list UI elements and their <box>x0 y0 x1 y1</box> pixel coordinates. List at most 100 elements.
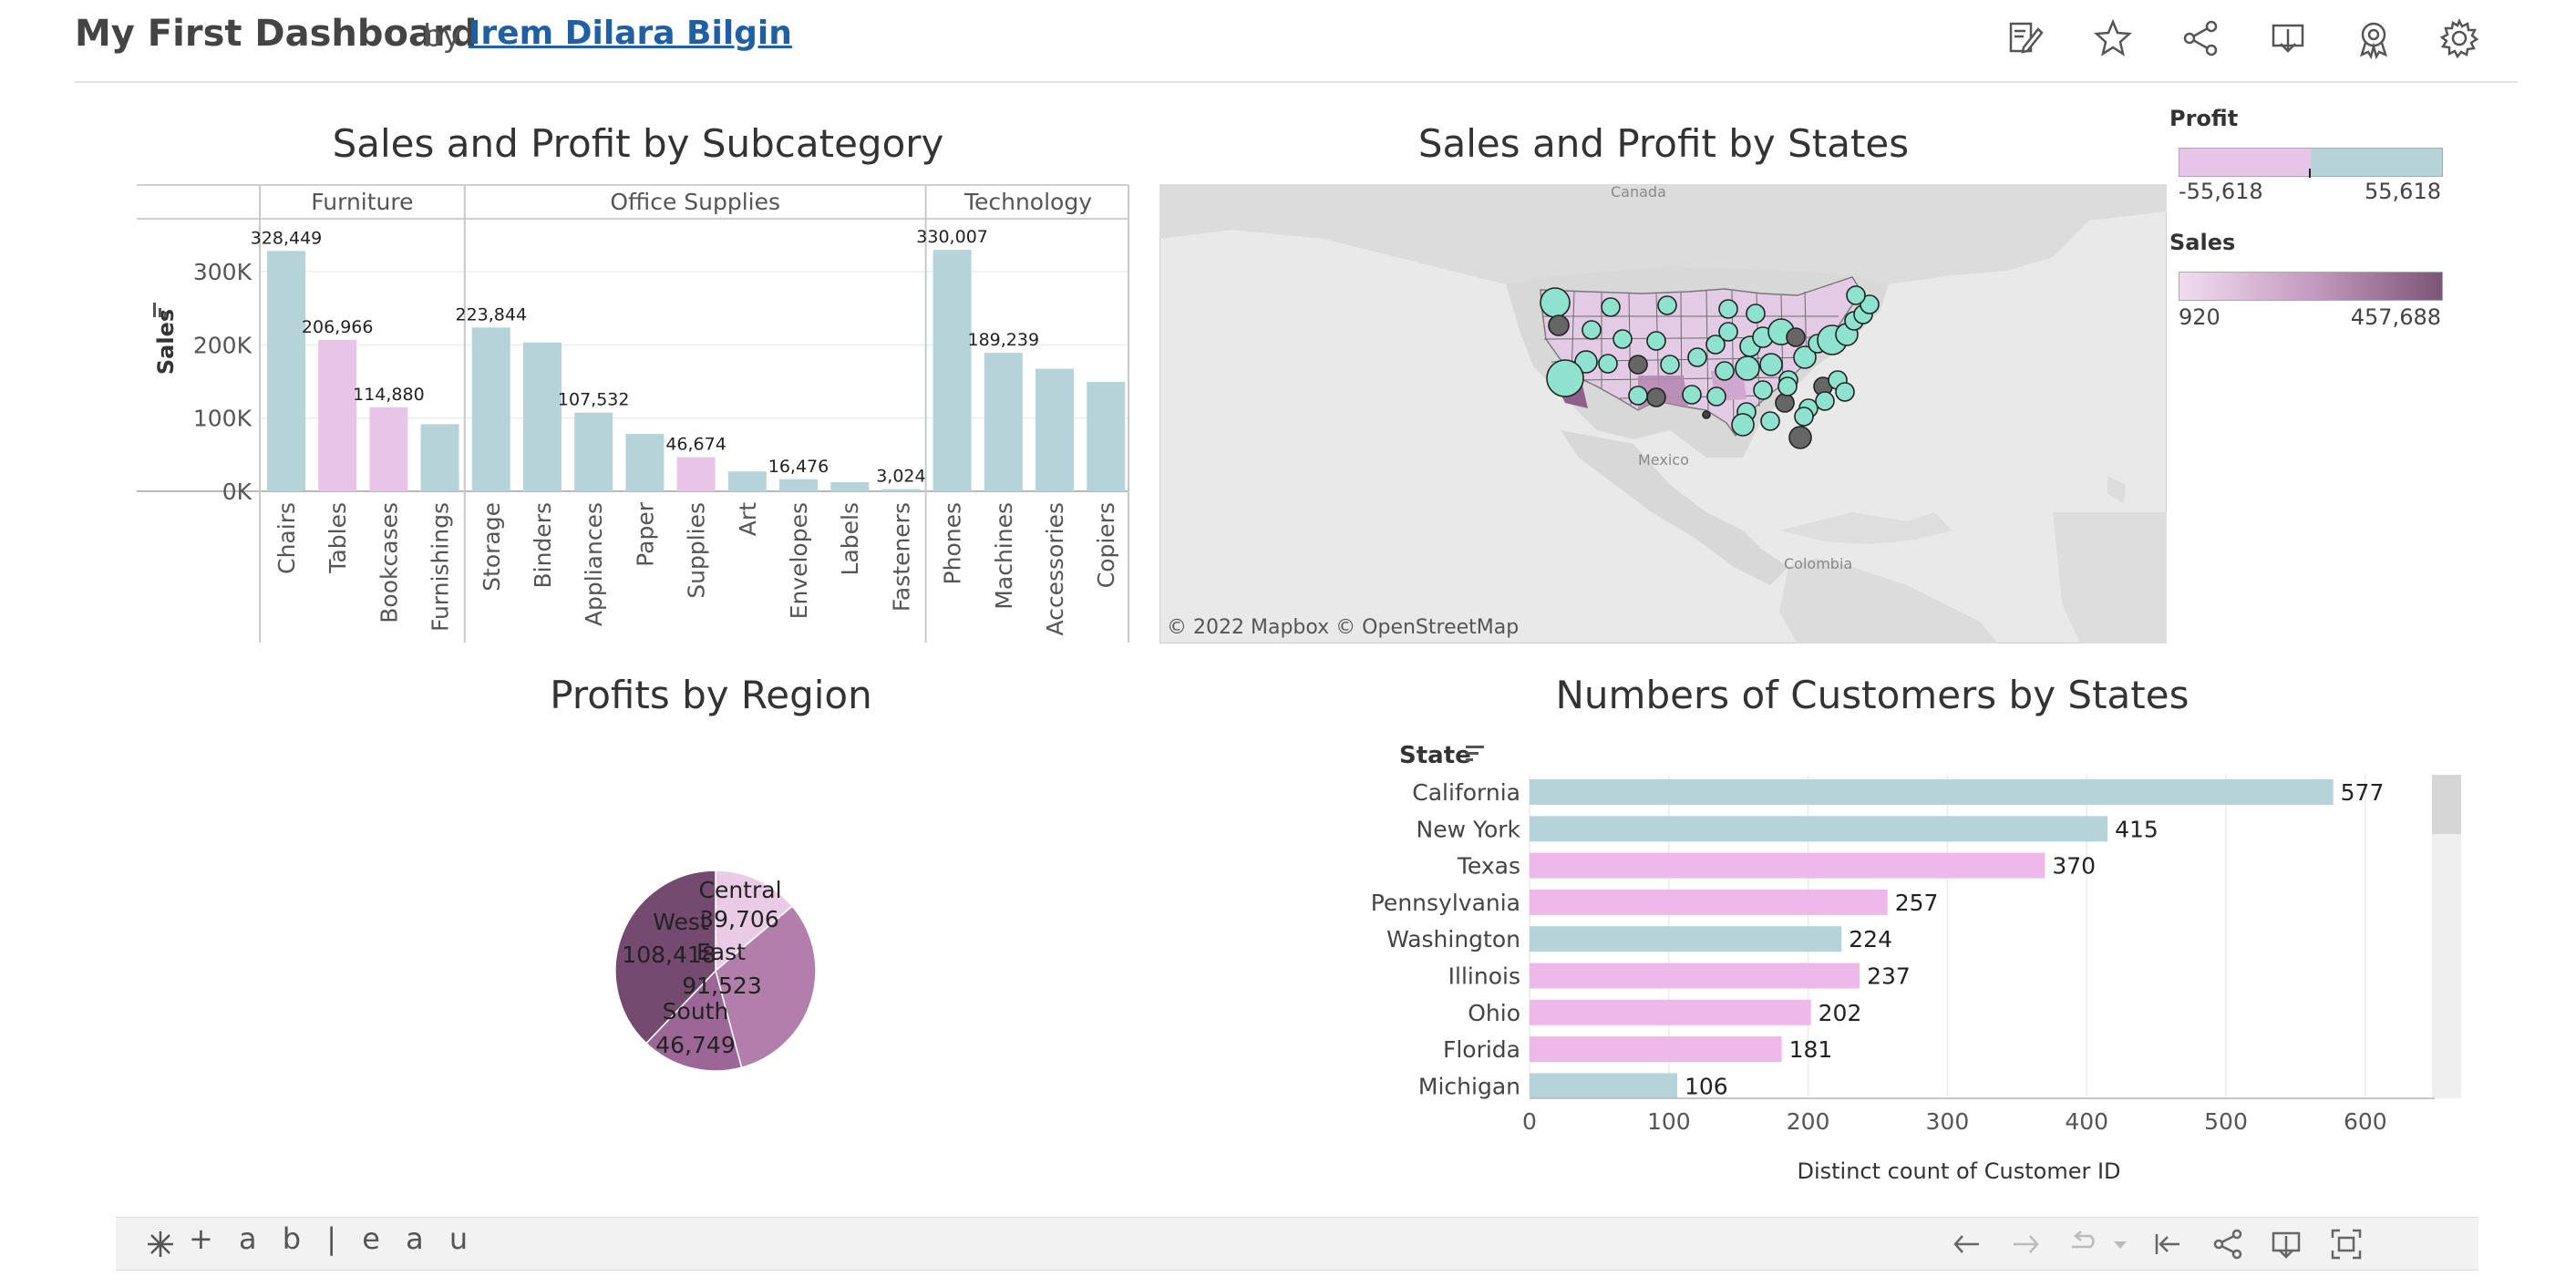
sales-profit-map[interactable]: Canada Mexico Colombia © 2022 Mapbox © O… <box>1159 184 2167 644</box>
bar-fasteners[interactable] <box>881 489 921 491</box>
download-icon[interactable] <box>2269 1227 2303 1261</box>
customer-bar[interactable] <box>1530 779 2334 805</box>
map-state-bubble[interactable] <box>1628 355 1648 375</box>
customer-bar[interactable] <box>1530 926 1842 952</box>
metrics-icon[interactable] <box>2352 16 2396 60</box>
map-state-bubble[interactable] <box>1777 376 1798 396</box>
customer-bar[interactable] <box>1530 963 1860 989</box>
bar-machines[interactable] <box>984 353 1023 491</box>
map-state-bubble[interactable] <box>1731 413 1755 437</box>
map-state-bubble[interactable] <box>1660 355 1680 375</box>
state-label: California <box>1412 779 1520 806</box>
map-state-bubble[interactable] <box>1628 386 1648 406</box>
tableau-wordmark: + a b | e a u <box>189 1221 477 1256</box>
map-state-bubble[interactable] <box>1598 354 1618 374</box>
map-state-bubble[interactable] <box>1646 331 1666 351</box>
sales-color-ramp <box>2179 272 2443 301</box>
map-state-bubble[interactable] <box>1702 410 1711 419</box>
map-state-bubble[interactable] <box>1753 380 1773 400</box>
bar-supplies[interactable] <box>676 457 716 491</box>
bar-accessories[interactable] <box>1036 368 1074 491</box>
map-state-bubble[interactable] <box>1646 387 1666 407</box>
map-state-bubble[interactable] <box>1682 385 1702 405</box>
map-state-bubble[interactable] <box>1706 386 1726 407</box>
revert-icon[interactable] <box>2066 1227 2101 1261</box>
bar-phones[interactable] <box>933 250 972 491</box>
map-state-bubble[interactable] <box>1835 382 1855 402</box>
bar-copiers[interactable] <box>1087 381 1126 491</box>
region-pie-chart: Profits by Region Central39,706East91,52… <box>550 673 872 1072</box>
map-state-bubble[interactable] <box>1657 295 1677 315</box>
category-label: Supplies <box>684 502 710 599</box>
map-state-bubble[interactable] <box>1735 355 1760 381</box>
state-column-header[interactable]: State <box>1399 742 1471 769</box>
share-icon[interactable] <box>2210 1227 2245 1261</box>
download-icon[interactable] <box>2266 16 2310 60</box>
x-tick-label: 500 <box>2204 1108 2248 1135</box>
scrollbar-thumb[interactable] <box>2432 775 2461 834</box>
customer-bar[interactable] <box>1530 1073 1677 1099</box>
bar-binders[interactable] <box>523 342 562 491</box>
map-state-bubble[interactable] <box>1687 347 1707 367</box>
bar-envelopes[interactable] <box>779 479 818 491</box>
share-icon[interactable] <box>2179 16 2222 60</box>
customer-value-label: 202 <box>1819 1000 1862 1026</box>
bar-labels[interactable] <box>830 481 870 491</box>
category-label: Furnishings <box>428 502 454 632</box>
bar-furnishings[interactable] <box>420 424 459 491</box>
undo-icon[interactable] <box>1950 1227 1984 1261</box>
map-state-bubble[interactable] <box>1794 407 1814 427</box>
map-state-bubble[interactable] <box>1746 304 1766 324</box>
map-state-bubble[interactable] <box>1540 287 1571 318</box>
map-state-bubble[interactable] <box>1815 391 1835 411</box>
map-state-bubble[interactable] <box>1718 322 1738 342</box>
map-state-bubble[interactable] <box>1786 327 1806 347</box>
bar-paper[interactable] <box>625 433 665 491</box>
map-state-bubble[interactable] <box>1788 426 1812 449</box>
map-state-bubble[interactable] <box>1613 329 1633 349</box>
bar-appliances[interactable] <box>574 412 613 491</box>
state-label: Michigan <box>1418 1073 1520 1099</box>
map-state-bubble[interactable] <box>1759 353 1783 376</box>
redo-icon[interactable] <box>2008 1227 2043 1261</box>
bar-chairs[interactable] <box>267 251 305 491</box>
star-icon[interactable] <box>2091 16 2135 60</box>
sort-icon[interactable] <box>1466 746 1484 761</box>
customer-bar[interactable] <box>1530 816 2108 842</box>
category-label: Phones <box>940 502 966 584</box>
state-label: New York <box>1417 816 1521 842</box>
category-label: Paper <box>632 501 658 567</box>
map-state-bubble[interactable] <box>1601 297 1621 317</box>
bar-tables[interactable] <box>318 339 357 491</box>
x-tick-label: 0 <box>1522 1108 1537 1135</box>
edit-icon[interactable] <box>2004 16 2047 60</box>
settings-icon[interactable] <box>2437 16 2481 60</box>
map-state-bubble[interactable] <box>1582 320 1602 340</box>
map-state-bubble[interactable] <box>1775 393 1795 413</box>
map-state-bubble[interactable] <box>1546 359 1584 397</box>
fullscreen-icon[interactable] <box>2329 1227 2364 1261</box>
customer-bar[interactable] <box>1530 852 2045 879</box>
map-state-bubble[interactable] <box>1715 361 1735 381</box>
category-label: Envelopes <box>786 502 812 619</box>
customer-bar[interactable] <box>1530 1036 1782 1063</box>
header-divider <box>75 81 2518 83</box>
map-state-bubble[interactable] <box>1718 299 1738 319</box>
bar-storage[interactable] <box>471 327 510 491</box>
category-label: Labels <box>837 502 863 575</box>
chevron-down-icon[interactable] <box>2103 1227 2138 1261</box>
pie-chart-title: Profits by Region <box>550 673 871 717</box>
customer-bar[interactable] <box>1530 889 1888 915</box>
state-label: Washington <box>1386 926 1520 952</box>
bar-art[interactable] <box>727 471 767 491</box>
bar-value-label: 3,024 <box>876 467 925 487</box>
map-state-bubble[interactable] <box>1846 285 1866 305</box>
bar-bookcases[interactable] <box>369 407 408 491</box>
map-state-bubble[interactable] <box>1548 314 1570 336</box>
x-tick-label: 400 <box>2065 1108 2108 1135</box>
author-link[interactable]: Irem Dilara Bilgin <box>469 15 792 52</box>
group-header-office-supplies: Office Supplies <box>610 189 780 215</box>
customer-bar[interactable] <box>1530 999 1811 1025</box>
reset-icon[interactable] <box>2150 1227 2185 1261</box>
map-state-bubble[interactable] <box>1760 411 1780 431</box>
